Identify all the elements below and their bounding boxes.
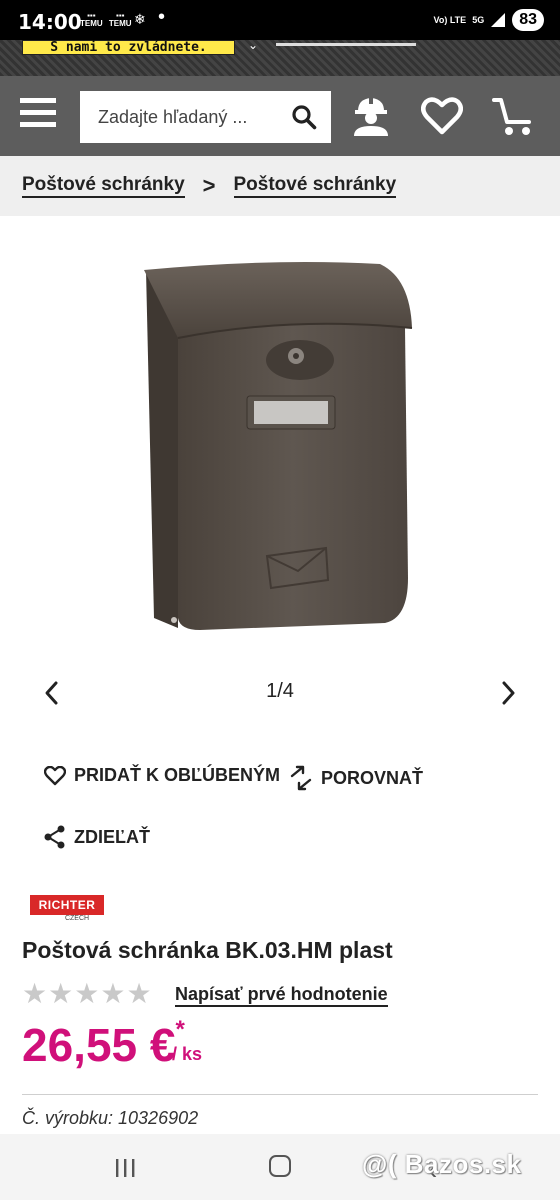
site-header — [0, 76, 560, 156]
heart-icon[interactable] — [421, 96, 463, 136]
watermark: @( Bazos.sk — [362, 1149, 522, 1179]
battery-level: 83 — [512, 9, 544, 31]
star-icon: ★ — [48, 978, 74, 1009]
home-icon[interactable] — [269, 1155, 291, 1177]
breadcrumb-link[interactable]: Poštové schránky — [233, 174, 397, 198]
promo-strip: S nami to zvládnete. ⌄ — [0, 38, 560, 76]
star-icon: ★ — [74, 978, 100, 1009]
notification-dot-icon: • — [158, 6, 166, 28]
write-review-link[interactable]: Napísať prvé hodnotenie — [175, 983, 388, 1007]
share-icon — [44, 825, 65, 849]
breadcrumb-link[interactable]: Poštové schránky — [22, 174, 185, 198]
search-input[interactable] — [98, 106, 288, 128]
search-box[interactable] — [80, 91, 331, 143]
breadcrumb-separator-icon: > — [202, 173, 216, 198]
price-value: 26,55 € — [22, 1019, 176, 1071]
rating-stars: ★ ★ ★ ★ ★ — [22, 980, 152, 1008]
add-to-favorites-label: PRIDAŤ K OBĽÚBENÝM — [74, 765, 280, 785]
5g-indicator: 5G — [472, 14, 485, 25]
system-navigation-bar: ‹ @( Bazos.sk — [0, 1134, 560, 1200]
status-bar: 14:00 ▪▪▪ TEMU ▪▪▪ TEMU ❄ • Vo) LTE 5G 83 — [0, 0, 560, 40]
temu-app-icon: ▪▪▪ TEMU — [108, 11, 132, 28]
share-button[interactable]: ZDIEĽAŤ — [44, 825, 150, 849]
status-app-icons: ▪▪▪ TEMU ▪▪▪ TEMU — [80, 12, 136, 28]
breadcrumb: Poštové schránky > Poštové schránky — [0, 156, 560, 216]
signal-icon — [491, 13, 506, 27]
product-image[interactable] — [140, 258, 415, 638]
product-sku: Č. výrobku: 10326902 — [22, 1108, 199, 1128]
product-price: 26,55 €* — [22, 1016, 185, 1072]
gallery-counter: 1/4 — [266, 680, 294, 702]
promo-divider — [276, 43, 416, 46]
recent-apps-icon[interactable] — [114, 1158, 136, 1178]
star-icon: ★ — [22, 978, 48, 1009]
chevron-down-icon: ⌄ — [248, 38, 259, 52]
search-icon[interactable] — [291, 104, 317, 130]
compare-arrows-icon — [290, 765, 312, 791]
hamburger-menu-icon[interactable] — [20, 98, 58, 132]
compare-button[interactable]: POROVNAŤ — [289, 765, 423, 791]
product-title: Poštová schránka BK.03.HM plast — [22, 937, 393, 963]
promo-banner[interactable]: S nami to zvládnete. — [22, 40, 235, 55]
cart-icon[interactable] — [492, 96, 536, 138]
chevron-right-icon[interactable] — [496, 678, 520, 708]
star-icon: ★ — [126, 978, 152, 1009]
volte-indicator: Vo) LTE — [433, 14, 467, 25]
share-label: ZDIEĽAŤ — [74, 826, 150, 847]
chevron-left-icon[interactable] — [40, 678, 64, 708]
brand-name: RICHTER — [30, 895, 104, 915]
star-icon: ★ — [100, 978, 126, 1009]
brand-logo[interactable]: RICHTER CZECH — [30, 895, 104, 927]
status-indicators: Vo) LTE 5G 83 — [434, 9, 544, 31]
brand-subtitle: CZECH — [64, 915, 90, 922]
snowflake-icon: ❄ — [134, 11, 146, 27]
user-account-icon[interactable] — [350, 94, 392, 138]
temu-app-icon: ▪▪▪ TEMU — [80, 11, 103, 28]
price-asterisk: * — [175, 1016, 185, 1043]
status-time: 14:00 — [18, 10, 82, 34]
heart-outline-icon — [44, 765, 66, 785]
add-to-favorites-button[interactable]: PRIDAŤ K OBĽÚBENÝM — [44, 765, 280, 786]
divider — [22, 1094, 538, 1095]
price-unit: / ks — [172, 1044, 203, 1064]
compare-label: POROVNAŤ — [321, 767, 424, 788]
